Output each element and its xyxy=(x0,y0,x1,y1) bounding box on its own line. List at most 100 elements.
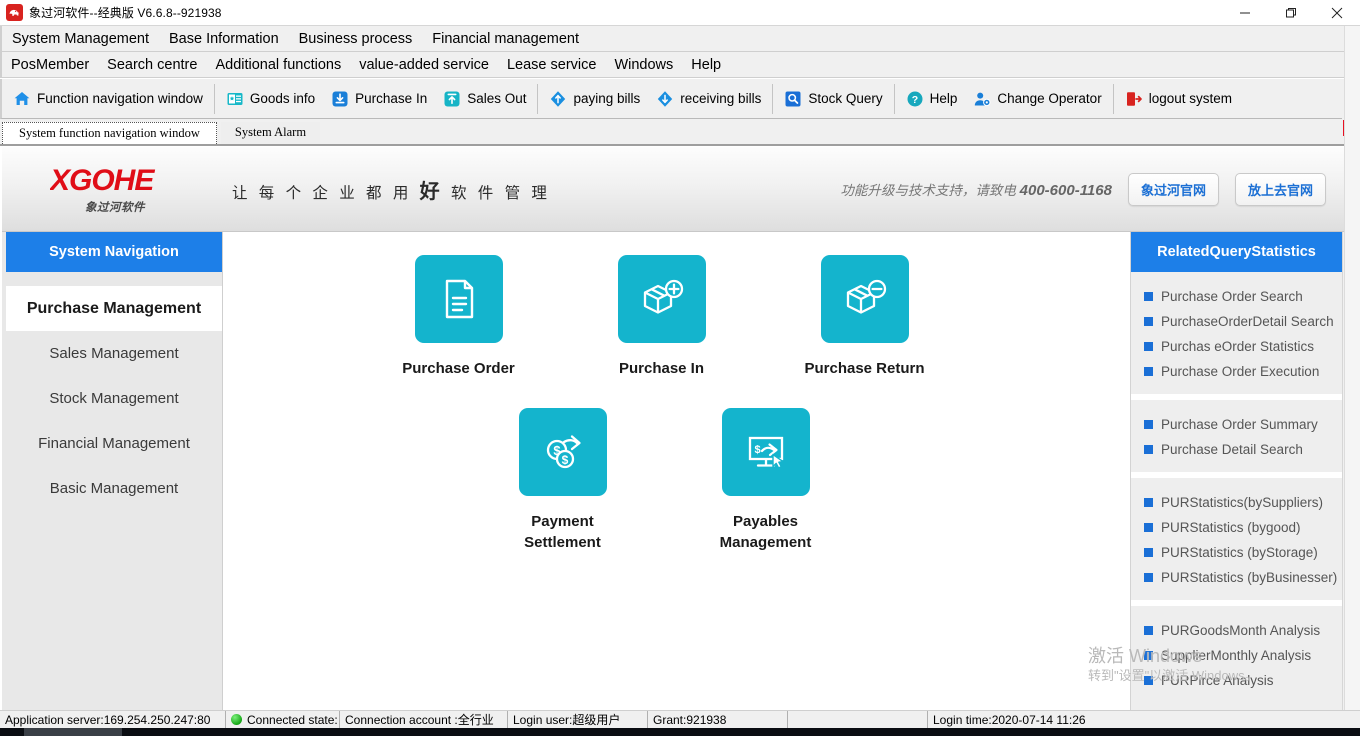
status-text: Login user:超级用户 xyxy=(513,713,621,727)
brand-logo-subtitle: 象过河软件 xyxy=(85,201,145,214)
bullet-icon xyxy=(1144,367,1153,376)
bullet-icon xyxy=(1144,651,1153,660)
status-dot-icon xyxy=(231,714,242,725)
toolbar-receiving-bills[interactable]: receiving bills xyxy=(648,85,769,113)
toolbar-change-operator[interactable]: Change Operator xyxy=(965,85,1109,113)
xgohe-logo-icon: XGOHE xyxy=(50,164,156,197)
link-purgoodsmonth-analysis[interactable]: PURGoodsMonth Analysis xyxy=(1131,618,1342,643)
tile-purchase-return[interactable]: Purchase Return xyxy=(763,255,966,379)
tile-label: Purchase In xyxy=(618,360,705,377)
status-grant: Grant:921938 xyxy=(648,710,788,729)
toolbar-function-navigation-window[interactable]: Function navigation window xyxy=(5,85,211,113)
support-text: 功能升级与技术支持，请致电 400-600-1168 xyxy=(840,179,1112,199)
toolbar-help[interactable]: ? Help xyxy=(898,85,966,113)
status-empty-cell xyxy=(788,710,928,729)
related-query-group-1: Purchase Order Search PurchaseOrderDetai… xyxy=(1131,272,1342,394)
tile-payment-settlement[interactable]: $ $ Payment Settlement xyxy=(461,408,664,553)
tile-purchase-in[interactable]: Purchase In xyxy=(560,255,763,379)
logout-icon xyxy=(1125,90,1143,108)
link-purstatistics-by-businesser[interactable]: PURStatistics (byBusinesser) xyxy=(1131,565,1342,590)
go-to-official-site-button[interactable]: 放上去官网 xyxy=(1234,172,1326,206)
support-phone: 400-600-1168 xyxy=(1019,182,1112,199)
receiving-bills-icon xyxy=(656,90,674,108)
purchase-in-icon-box xyxy=(617,255,706,343)
coins-arrow-icon: $ $ xyxy=(546,435,581,469)
menu-business-process[interactable]: Business process xyxy=(289,27,423,51)
bullet-icon xyxy=(1144,573,1153,582)
menu-help[interactable]: Help xyxy=(682,53,730,77)
tile-row-2: $ $ Payment Settlement $ Payables Manage… xyxy=(461,408,1130,553)
purchase-in-icon xyxy=(331,90,349,108)
link-label: PURPirce Analysis xyxy=(1161,673,1274,688)
sidebar-item-basic-management[interactable]: Basic Management xyxy=(6,466,222,511)
toolbar-group-query: Stock Query xyxy=(773,83,895,114)
toolbar-paying-bills[interactable]: paying bills xyxy=(541,85,648,113)
tab-system-alarm[interactable]: System Alarm xyxy=(220,122,321,144)
menu-posmember[interactable]: PosMember xyxy=(2,53,98,77)
menu-base-information[interactable]: Base Information xyxy=(159,27,289,51)
sidebar-item-financial-management[interactable]: Financial Management xyxy=(6,421,222,466)
link-label: Purchase Order Summary xyxy=(1161,417,1318,432)
tile-payables-management[interactable]: $ Payables Management xyxy=(664,408,867,553)
slogan-highlight: 好 xyxy=(419,180,444,203)
link-purstatistics-by-suppliers[interactable]: PURStatistics(bySuppliers) xyxy=(1131,490,1342,515)
related-query-group-2: Purchase Order Summary Purchase Detail S… xyxy=(1131,400,1342,472)
toolbar-goods-info[interactable]: Goods info xyxy=(218,85,323,113)
toolbar-label: Change Operator xyxy=(997,91,1102,106)
close-button[interactable] xyxy=(1314,0,1360,26)
support-label: 功能升级与技术支持，请致电 xyxy=(840,183,1020,198)
sidebar-item-stock-management[interactable]: Stock Management xyxy=(6,376,222,421)
menu-windows[interactable]: Windows xyxy=(605,53,682,77)
status-text: Login time:2020-07-14 11:26 xyxy=(933,712,1086,727)
change-operator-icon xyxy=(973,90,991,108)
title-bar: 象过河软件--经典版 V6.6.8--921938 xyxy=(0,0,1360,26)
toolbar-purchase-in[interactable]: Purchase In xyxy=(323,85,435,113)
menu-additional-functions[interactable]: Additional functions xyxy=(206,53,350,77)
status-bar: Application server:169.254.250.247:80 Co… xyxy=(0,710,1360,729)
svg-text:XGOHE: XGOHE xyxy=(50,164,155,197)
toolbar-logout-system[interactable]: logout system xyxy=(1117,85,1240,113)
link-purstatistics-by-good[interactable]: PURStatistics (bygood) xyxy=(1131,515,1342,540)
link-purchase-order-detail-search[interactable]: PurchaseOrderDetail Search xyxy=(1131,309,1342,334)
menu-system-management[interactable]: System Management xyxy=(2,27,159,51)
toolbar-label: paying bills xyxy=(573,91,641,106)
menu-search-centre[interactable]: Search centre xyxy=(98,53,206,77)
bullet-icon xyxy=(1144,292,1153,301)
menu-lease-service[interactable]: Lease service xyxy=(498,53,605,77)
tile-row-1: Purchase Order Purchase In Purchase Retu… xyxy=(357,255,1130,379)
toolbar-stock-query[interactable]: Stock Query xyxy=(776,85,890,113)
application-window: 象过河软件--经典版 V6.6.8--921938 System Managem… xyxy=(0,0,1360,736)
tile-label: Purchase Return xyxy=(804,360,925,377)
status-text: Connection account :全行业 xyxy=(345,713,494,727)
official-site-button[interactable]: 象过河官网 xyxy=(1127,172,1219,206)
bullet-icon xyxy=(1144,498,1153,507)
link-label: Purchase Order Execution xyxy=(1161,364,1320,379)
tile-label: Purchase Order xyxy=(402,360,515,377)
link-purchase-order-statistics[interactable]: Purchas eOrder Statistics xyxy=(1131,334,1342,359)
related-query-panel: RelatedQueryStatistics Purchase Order Se… xyxy=(1130,232,1342,710)
tile-label-line2: Settlement xyxy=(524,534,601,551)
toolbar-sales-out[interactable]: Sales Out xyxy=(435,85,534,113)
link-purpirce-analysis[interactable]: PURPirce Analysis xyxy=(1131,668,1342,693)
maximize-button[interactable] xyxy=(1268,0,1314,26)
sidebar-item-sales-management[interactable]: Sales Management xyxy=(6,331,222,376)
toolbar-group-account: ? Help Change Operator xyxy=(895,83,1114,114)
svg-text:$: $ xyxy=(754,444,760,456)
tab-system-function-navigation-window[interactable]: System function navigation window xyxy=(2,122,217,144)
link-suppliermonthly-analysis[interactable]: SupplierMonthly Analysis xyxy=(1131,643,1342,668)
goods-info-icon xyxy=(226,90,244,108)
toolbar-label: logout system xyxy=(1148,91,1232,106)
minimize-button[interactable] xyxy=(1222,0,1268,26)
toolbar-label: receiving bills xyxy=(680,91,762,106)
window-scrollbar[interactable] xyxy=(1344,26,1360,710)
tile-purchase-order[interactable]: Purchase Order xyxy=(357,255,560,379)
menu-value-added-service[interactable]: value-added service xyxy=(350,53,498,77)
sidebar-item-purchase-management[interactable]: Purchase Management xyxy=(6,286,222,331)
link-purchase-detail-search[interactable]: Purchase Detail Search xyxy=(1131,437,1342,462)
status-text: Grant:921938 xyxy=(653,712,727,727)
link-purchase-order-summary[interactable]: Purchase Order Summary xyxy=(1131,412,1342,437)
link-purstatistics-by-storage[interactable]: PURStatistics (byStorage) xyxy=(1131,540,1342,565)
link-purchase-order-execution[interactable]: Purchase Order Execution xyxy=(1131,359,1342,384)
link-purchase-order-search[interactable]: Purchase Order Search xyxy=(1131,284,1342,309)
menu-financial-management[interactable]: Financial management xyxy=(422,27,589,51)
